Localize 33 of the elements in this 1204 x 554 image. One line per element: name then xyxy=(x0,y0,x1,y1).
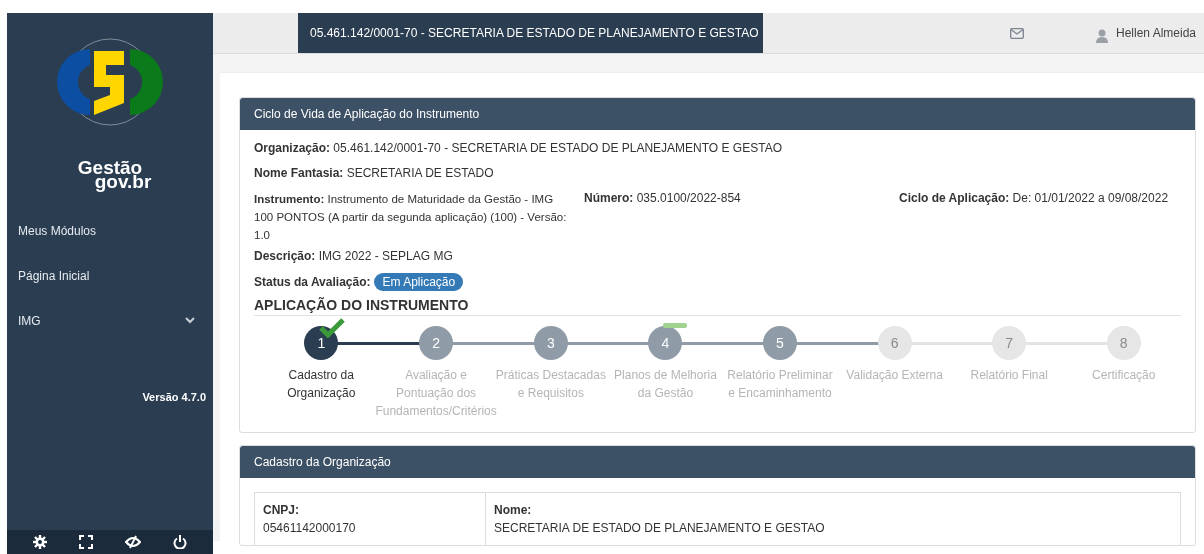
card-title: Cadastro da Organização xyxy=(240,446,1195,478)
field-value: 05461142000170 xyxy=(263,520,357,537)
user-name[interactable]: Hellen Almeida xyxy=(1116,26,1197,40)
version-label: Versão 4.7.0 xyxy=(141,391,207,403)
field-text: Nome Fantasia: SECRETARIA DE ESTADO xyxy=(254,165,495,181)
section-title: APLICAÇÃO DO INSTRUMENTO xyxy=(254,297,1181,316)
field-value: SECRETARIA DE ESTADO DE PLANEJAMENTO E GESTAO xyxy=(494,520,825,537)
field-text: Ciclo de Aplicação: De: 01/01/2022 a 09/08/2022 xyxy=(899,190,1169,207)
step-number[interactable]: 5 xyxy=(763,326,797,360)
field-label: CNPJ: xyxy=(263,502,300,519)
step-label[interactable]: Relatório Preliminar e Encaminhamento xyxy=(722,366,838,402)
settings-icon[interactable] xyxy=(33,535,47,549)
eye-slash-icon[interactable] xyxy=(125,535,141,549)
field-label: Nome: xyxy=(494,502,533,519)
power-icon[interactable] xyxy=(173,535,187,549)
step-label[interactable]: Planos de Melhoria da Gestão xyxy=(608,366,723,402)
sidebar-item[interactable]: Página Inicial xyxy=(7,253,213,298)
step-number[interactable]: 4 xyxy=(648,326,683,360)
sidebar-item[interactable]: Meus Módulos xyxy=(7,208,213,253)
field-text: Número: 035.0100/2022-854 xyxy=(584,190,742,207)
status-label: Status da Avaliação: xyxy=(254,275,371,289)
sidebar-item[interactable]: IMG xyxy=(7,298,213,343)
field-text: Instrumento: Instrumento de Maturidade da Gestão - IMG 100 PONTOS (A partir da segunda aplicação) (100) - Versão: 1.0 xyxy=(254,192,568,243)
field-text: Descrição: IMG 2022 - SEPLAG MG xyxy=(254,248,454,264)
organization-title: 05.461.142/0001-70 - SECRETARIA DE ESTADO DE PLANEJAMENTO E GESTAO xyxy=(298,13,763,53)
fullscreen-icon[interactable] xyxy=(79,535,93,549)
status-badge: Em Aplicação xyxy=(374,273,464,291)
field-text: Organização: 05.461.142/0001-70 - SECRETARIA DE ESTADO DE PLANEJAMENTO E GESTAO xyxy=(254,140,783,156)
step-number[interactable]: 2 xyxy=(419,326,454,360)
card-title: Ciclo de Vida de Aplicação do Instrumento xyxy=(240,98,1195,130)
step-number[interactable]: 3 xyxy=(533,326,568,360)
step-number[interactable]: 1 xyxy=(304,326,339,360)
mail-icon[interactable] xyxy=(1010,27,1024,39)
